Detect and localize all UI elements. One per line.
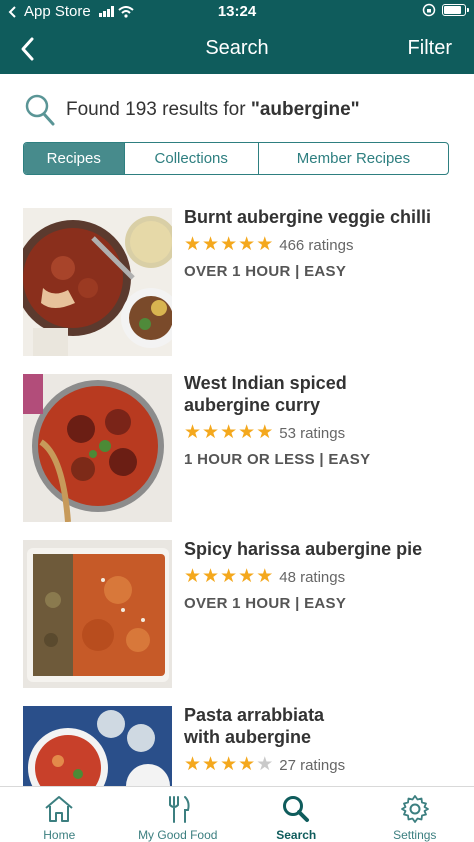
star-icon: ★ [256,234,274,255]
recipe-time: OVER 1 HOUR [184,595,291,612]
tab-member-recipes[interactable]: Member Recipes [259,143,448,174]
tab-recipes[interactable]: Recipes [24,143,125,174]
results-text: Found 193 results for "aubergine" [66,99,360,121]
star-icon: ★ [184,754,202,775]
tab-home-label: Home [43,828,76,842]
recipe-difficulty: EASY [304,595,347,612]
ratings-count: 48 ratings [279,568,346,586]
status-bar: App Store 13:24 [0,0,474,24]
recipe-card[interactable]: Burnt aubergine veggie chilli ★ ★ ★ ★ ★ 466 … [0,206,474,356]
recipe-info: Spicy harissa aubergine pie ★ ★ ★ ★ ★ 48 rat… [184,538,464,612]
recipe-card[interactable]: Spicy harissa aubergine pie ★ ★ ★ ★ ★ 48 rat… [0,538,474,688]
star-icon: ★ [220,422,238,443]
star-icon: ★ [220,566,238,587]
star-icon: ★ [184,422,202,443]
star-icon: ★ [238,566,256,587]
tab-collections[interactable]: Collections [125,143,259,174]
recipe-title-line: Burnt aubergine veggie chilli [184,207,432,227]
recipe-rating: ★ ★ ★ ★ ★ 53 ratings [184,423,464,443]
recipe-title-line: Pasta arrabbiata [184,705,325,725]
recipe-rating: ★ ★ ★ ★ ★ 27 ratings [184,755,464,775]
star-icon: ★ [238,234,256,255]
results-summary: Found 193 results for "aubergine" [24,92,360,128]
rotation-lock-icon [422,3,436,17]
meta-separator: | [295,595,300,612]
star-icon: ★ [256,422,274,443]
recipe-title[interactable]: Burnt aubergine veggie chilli [184,206,464,228]
star-icon: ★ [184,566,202,587]
recipe-card[interactable]: West Indian spiced aubergine curry ★ ★ ★ ★ ★ … [0,372,474,522]
recipe-meta: 1 HOUR OR LESS | EASY [184,451,464,468]
tab-settings-label: Settings [393,828,437,842]
star-rating: ★ ★ ★ ★ ★ [184,755,273,775]
star-icon: ★ [202,422,220,443]
star-rating: ★ ★ ★ ★ ★ [184,235,273,255]
status-time: 13:24 [217,3,257,20]
tab-my-good-food-label: My Good Food [138,828,218,842]
recipe-difficulty: EASY [304,263,347,280]
filter-button[interactable]: Filter [408,37,452,60]
search-icon [25,94,55,126]
tab-home[interactable]: Home [0,787,119,842]
recipe-title-line: West Indian spiced [184,373,347,393]
battery-icon [442,4,469,16]
meta-separator: | [295,263,300,280]
star-icon: ★ [220,234,238,255]
recipe-title-line: with aubergine [184,727,312,747]
search-icon [283,796,310,822]
star-icon: ★ [238,754,256,775]
tab-search[interactable]: Search [237,787,356,842]
recipe-title[interactable]: West Indian spiced aubergine curry [184,372,464,416]
home-icon [45,796,73,822]
tab-search-label: Search [276,828,317,842]
bottom-tab-bar: Home My Good Food Search Settings [0,786,474,842]
results-query: "aubergine" [250,99,360,120]
star-icon: ★ [238,422,256,443]
star-rating: ★ ★ ★ ★ ★ [184,567,273,587]
recipe-info: Burnt aubergine veggie chilli ★ ★ ★ ★ ★ 466 … [184,206,464,280]
fork-knife-icon [168,796,190,823]
recipe-title-line: aubergine curry [184,395,321,415]
star-empty-icon: ★ [256,754,274,775]
ratings-count: 53 ratings [279,424,346,442]
meta-separator: | [319,451,324,468]
recipe-title[interactable]: Spicy harissa aubergine pie [184,538,464,560]
tab-my-good-food[interactable]: My Good Food [119,787,238,842]
recipe-rating: ★ ★ ★ ★ ★ 48 ratings [184,567,464,587]
ratings-count: 27 ratings [279,756,346,774]
star-icon: ★ [202,754,220,775]
star-icon: ★ [256,566,274,587]
star-icon: ★ [184,234,202,255]
recipe-meta: OVER 1 HOUR | EASY [184,263,464,280]
results-prefix: Found 193 results for [66,99,251,120]
ratings-count: 466 ratings [279,236,354,254]
recipe-image[interactable] [23,706,172,788]
star-icon: ★ [202,566,220,587]
tab-settings[interactable]: Settings [356,787,474,842]
page-title: Search [205,37,269,59]
recipe-difficulty: EASY [328,451,371,468]
gear-icon [400,795,429,823]
status-right [422,3,469,17]
nav-bar: Search Filter [0,24,474,74]
recipe-image[interactable] [23,208,172,356]
recipe-image[interactable] [23,540,172,688]
segmented-control: Recipes Collections Member Recipes [23,142,449,175]
star-icon: ★ [202,234,220,255]
recipe-rating: ★ ★ ★ ★ ★ 466 ratings [184,235,464,255]
recipe-title-line: Spicy harissa aubergine pie [184,539,423,559]
recipe-info: West Indian spiced aubergine curry ★ ★ ★ ★ ★ … [184,372,464,468]
star-icon: ★ [220,754,238,775]
recipe-title[interactable]: Pasta arrabbiata with aubergine [184,704,464,748]
star-rating: ★ ★ ★ ★ ★ [184,423,273,443]
recipe-image[interactable] [23,374,172,522]
recipe-time: OVER 1 HOUR [184,263,291,280]
recipe-info: Pasta arrabbiata with aubergine ★ ★ ★ ★ ★ 27 … [184,704,464,775]
recipe-meta: OVER 1 HOUR | EASY [184,595,464,612]
recipe-time: 1 HOUR OR LESS [184,451,315,468]
